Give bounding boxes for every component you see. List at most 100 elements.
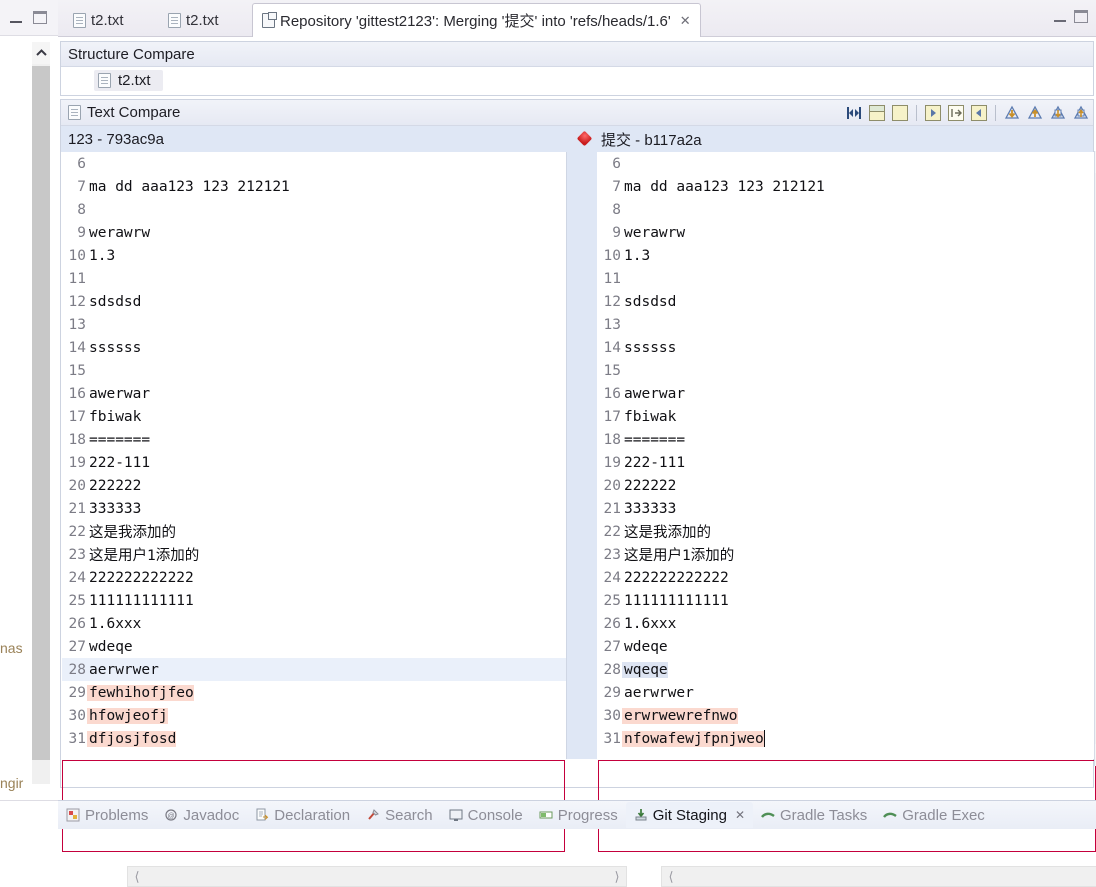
code-line[interactable]: 8 [597, 198, 1096, 221]
code-line[interactable]: 29 fewhihofjfeo [62, 681, 566, 704]
code-line[interactable]: 27 wdeqe [62, 635, 566, 658]
code-line[interactable]: 21 333333 [62, 497, 566, 520]
maximize-view-button[interactable] [1074, 10, 1088, 23]
code-line[interactable]: 31 dfjosjfosd [62, 727, 566, 750]
code-line[interactable]: 13 [597, 313, 1096, 336]
left-diff-editor[interactable]: 6 7 ma dd aaa123 123 212121 8 9 werawrw 10 1.3 1… [62, 152, 567, 759]
copy-all-left-to-right-icon[interactable] [923, 103, 943, 123]
background-scroll-up-arrow[interactable] [32, 42, 50, 64]
bottom-tab-problems[interactable]: Problems [58, 802, 156, 828]
code-line[interactable]: 26 1.6xxx [597, 612, 1096, 635]
code-line[interactable]: 20 222222 [597, 474, 1096, 497]
switch-compare-viewer-icon[interactable] [844, 103, 864, 123]
code-line[interactable]: 18 ======= [62, 428, 566, 451]
code-line[interactable]: 23 这是用户1添加的 [597, 543, 1096, 566]
right-diff-editor[interactable]: 6 7 ma dd aaa123 123 212121 8 9 werawrw 10 1.3 1… [597, 152, 1096, 759]
structure-compare-row[interactable]: t2.txt [61, 67, 1093, 94]
code-line[interactable]: 14 ssssss [62, 336, 566, 359]
line-number: 23 [603, 546, 621, 563]
code-line[interactable]: 6 [597, 152, 1096, 175]
tab-repository-merge[interactable]: Repository 'gittest2123': Merging '提交' i… [252, 3, 701, 37]
chevron-left-icon[interactable]: ⟨ [662, 867, 680, 886]
line-number: 29 [603, 684, 621, 701]
code-line[interactable]: 10 1.3 [597, 244, 1096, 267]
bottom-tab-search[interactable]: Search [358, 802, 441, 828]
code-line[interactable]: 20 222222 [62, 474, 566, 497]
line-number: 9 [77, 224, 86, 241]
code-line[interactable]: 17 fbiwak [597, 405, 1096, 428]
code-line[interactable]: 16 awerwar [597, 382, 1096, 405]
code-line[interactable]: 19 222-111 [62, 451, 566, 474]
code-line[interactable]: 14 ssssss [597, 336, 1096, 359]
tab-t2txt-1[interactable]: t2.txt [64, 3, 133, 37]
code-line[interactable]: 29 aerwrwer [597, 681, 1096, 704]
next-change-icon[interactable] [1048, 103, 1068, 123]
bottom-tab-git-staging[interactable]: Git Staging ✕ [625, 802, 753, 828]
bottom-tab-declaration[interactable]: Declaration [247, 802, 358, 828]
code-line[interactable]: 16 awerwar [62, 382, 566, 405]
code-line[interactable]: 17 fbiwak [62, 405, 566, 428]
code-line[interactable]: 28 wqeqe [597, 658, 1096, 681]
code-line[interactable]: 30 hfowjeofj [62, 704, 566, 727]
left-horizontal-scrollbar[interactable]: ⟨ ⟩ [127, 866, 627, 887]
code-line[interactable]: 27 wdeqe [597, 635, 1096, 658]
previous-difference-icon[interactable] [1025, 103, 1045, 123]
right-horizontal-scrollbar[interactable]: ⟨ ⟩ [661, 866, 1096, 887]
bottom-tab-progress[interactable]: Progress [531, 802, 626, 828]
code-line[interactable]: 21 333333 [597, 497, 1096, 520]
code-line[interactable]: 12 sdsdsd [597, 290, 1096, 313]
two-pane-layout-icon[interactable] [867, 103, 887, 123]
code-line[interactable]: 23 这是用户1添加的 [62, 543, 566, 566]
code-line[interactable]: 18 ======= [597, 428, 1096, 451]
code-line[interactable]: 11 [62, 267, 566, 290]
code-line[interactable]: 15 [62, 359, 566, 382]
code-line[interactable]: 22 这是我添加的 [62, 520, 566, 543]
line-text: 1.6xxx [89, 615, 142, 632]
previous-change-icon[interactable] [1071, 103, 1091, 123]
code-line[interactable]: 7 ma dd aaa123 123 212121 [597, 175, 1096, 198]
code-line[interactable]: 26 1.6xxx [62, 612, 566, 635]
line-text: ssssss [89, 339, 142, 356]
line-text: 111111111111 [89, 592, 194, 609]
line-number: 23 [68, 546, 86, 563]
copy-all-right-to-left-icon[interactable] [969, 103, 989, 123]
code-line[interactable]: 11 [597, 267, 1096, 290]
bottom-tab-gradle-tasks[interactable]: Gradle Tasks [753, 802, 875, 828]
code-line[interactable]: 10 1.3 [62, 244, 566, 267]
code-line[interactable]: 19 222-111 [597, 451, 1096, 474]
code-line[interactable]: 31 nfowafewjfpnjweo [597, 727, 1096, 750]
code-line[interactable]: 24 222222222222 [597, 566, 1096, 589]
minimize-view-button[interactable] [1054, 15, 1066, 22]
code-line[interactable]: 15 [597, 359, 1096, 382]
bottom-tab-javadoc[interactable]: @ Javadoc [156, 802, 247, 828]
code-line[interactable]: 9 werawrw [597, 221, 1096, 244]
line-number: 8 [612, 201, 621, 218]
code-line[interactable]: 24 222222222222 [62, 566, 566, 589]
code-line[interactable]: 6 [62, 152, 566, 175]
tab-t2txt-2[interactable]: t2.txt [159, 3, 228, 37]
close-icon[interactable]: ✕ [735, 808, 745, 822]
code-line[interactable]: 22 这是我添加的 [597, 520, 1096, 543]
next-difference-icon[interactable] [1002, 103, 1022, 123]
background-maximize-button[interactable] [33, 11, 47, 24]
synchronize-scrolling-icon[interactable] [890, 103, 910, 123]
code-line[interactable]: 9 werawrw [62, 221, 566, 244]
background-minimize-button[interactable] [10, 16, 22, 23]
close-icon[interactable]: ✕ [680, 14, 691, 27]
line-text: wdeqe [624, 638, 668, 655]
bottom-tab-gradle-executions[interactable]: Gradle Exec [875, 802, 993, 828]
code-line[interactable]: 12 sdsdsd [62, 290, 566, 313]
code-line[interactable]: 25 111111111111 [62, 589, 566, 612]
chevron-right-icon[interactable]: ⟩ [608, 867, 626, 886]
code-line[interactable]: 25 111111111111 [597, 589, 1096, 612]
chevron-left-icon[interactable]: ⟨ [128, 867, 146, 886]
background-scrollbar-thumb[interactable] [32, 66, 50, 760]
line-text: 222-111 [624, 454, 686, 471]
code-line[interactable]: 28 aerwrwer [62, 658, 566, 681]
code-line[interactable]: 13 [62, 313, 566, 336]
bottom-tab-console[interactable]: Console [441, 802, 531, 828]
code-line[interactable]: 30 erwrwewrefnwo [597, 704, 1096, 727]
code-line[interactable]: 7 ma dd aaa123 123 212121 [62, 175, 566, 198]
code-line[interactable]: 8 [62, 198, 566, 221]
copy-current-change-icon[interactable] [946, 103, 966, 123]
